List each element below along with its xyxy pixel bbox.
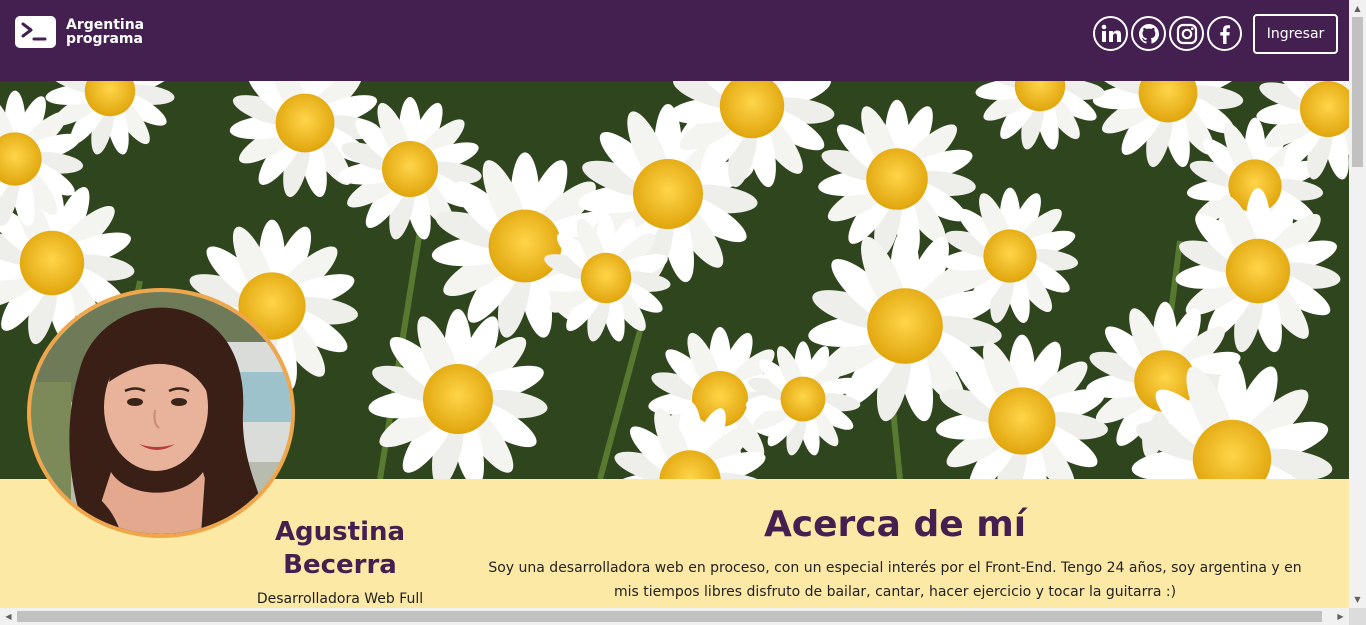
profile-role: Desarrolladora Web Full bbox=[256, 591, 424, 607]
vertical-scroll-thumb[interactable] bbox=[1352, 17, 1363, 167]
logo-line-2: programa bbox=[66, 31, 143, 47]
scrollbar-corner bbox=[1349, 608, 1366, 625]
facebook-icon[interactable] bbox=[1207, 16, 1242, 51]
horizontal-scroll-thumb[interactable] bbox=[17, 611, 1322, 622]
top-navbar: Argentina programa Ingresar bbox=[0, 0, 1349, 81]
about-me-heading: Acerca de mí bbox=[763, 504, 1027, 545]
profile-portrait bbox=[31, 292, 291, 534]
terminal-icon bbox=[15, 16, 56, 48]
scroll-down-arrow-icon[interactable]: ▼ bbox=[1349, 591, 1366, 608]
argentina-programa-logo[interactable]: Argentina programa bbox=[15, 16, 144, 48]
page-viewport: Argentina programa Ingresar Agustina Bec… bbox=[0, 0, 1349, 608]
scroll-left-arrow-icon[interactable]: ◀ bbox=[0, 608, 17, 625]
scroll-right-arrow-icon[interactable]: ▶ bbox=[1332, 608, 1349, 625]
login-button[interactable]: Ingresar bbox=[1253, 14, 1338, 54]
profile-photo bbox=[27, 288, 295, 538]
vertical-scrollbar[interactable]: ▲ ▼ bbox=[1349, 0, 1366, 608]
about-me-text: Soy una desarrolladora web en proceso, c… bbox=[488, 560, 1302, 600]
horizontal-scrollbar[interactable]: ◀ ▶ bbox=[0, 608, 1349, 625]
linkedin-icon[interactable] bbox=[1093, 16, 1128, 51]
github-icon[interactable] bbox=[1131, 16, 1166, 51]
scroll-up-arrow-icon[interactable]: ▲ bbox=[1349, 0, 1366, 17]
social-links bbox=[1093, 16, 1242, 51]
profile-name: Agustina Becerra bbox=[274, 517, 406, 580]
instagram-icon[interactable] bbox=[1169, 16, 1204, 51]
logo-line-1: Argentina bbox=[66, 17, 145, 33]
logo-text: Argentina programa bbox=[66, 18, 144, 46]
